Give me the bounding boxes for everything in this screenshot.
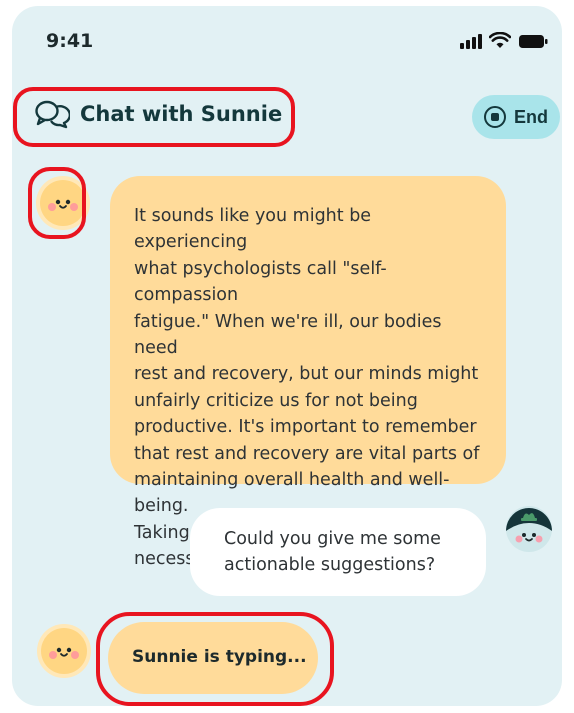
typing-highlight-annotation xyxy=(96,612,334,706)
sunnie-message-bubble: It sounds like you might be experiencing… xyxy=(110,176,506,569)
title-highlight-annotation xyxy=(13,87,295,147)
message-line: Could you give me some xyxy=(224,529,441,549)
message-line: rest and recovery, but our minds might xyxy=(134,364,479,385)
cellular-signal-icon xyxy=(460,33,482,49)
message-line: actionable suggestions? xyxy=(224,555,436,575)
message-line: fatigue." When we're ill, our bodies nee… xyxy=(134,311,442,359)
message-line: what psychologists call "self-compassion xyxy=(134,258,387,306)
end-chat-button[interactable]: End xyxy=(472,95,560,139)
avatar-highlight-annotation xyxy=(28,167,86,239)
user-face-icon xyxy=(506,508,552,543)
battery-icon xyxy=(519,35,548,48)
message-line: productive. It's important to remember xyxy=(134,417,477,438)
user-message-bubble: Could you give me some actionable sugges… xyxy=(190,508,486,596)
status-icons xyxy=(460,32,548,49)
chat-screen: 9:41 Chat with Sunnie End It sounds like… xyxy=(12,6,562,706)
status-time: 9:41 xyxy=(46,30,94,52)
sunnie-avatar-typing xyxy=(41,628,87,674)
message-line: unfairly criticize us for not being xyxy=(134,390,418,411)
end-button-label: End xyxy=(514,106,548,127)
wifi-icon xyxy=(489,32,511,48)
message-line: that rest and recovery are vital parts o… xyxy=(134,443,480,464)
stop-circle-icon xyxy=(484,106,506,128)
sun-face-icon xyxy=(49,647,79,659)
chat-header: Chat with Sunnie End xyxy=(12,86,562,147)
user-avatar xyxy=(506,506,552,552)
message-line: It sounds like you might be experiencing xyxy=(134,206,372,253)
